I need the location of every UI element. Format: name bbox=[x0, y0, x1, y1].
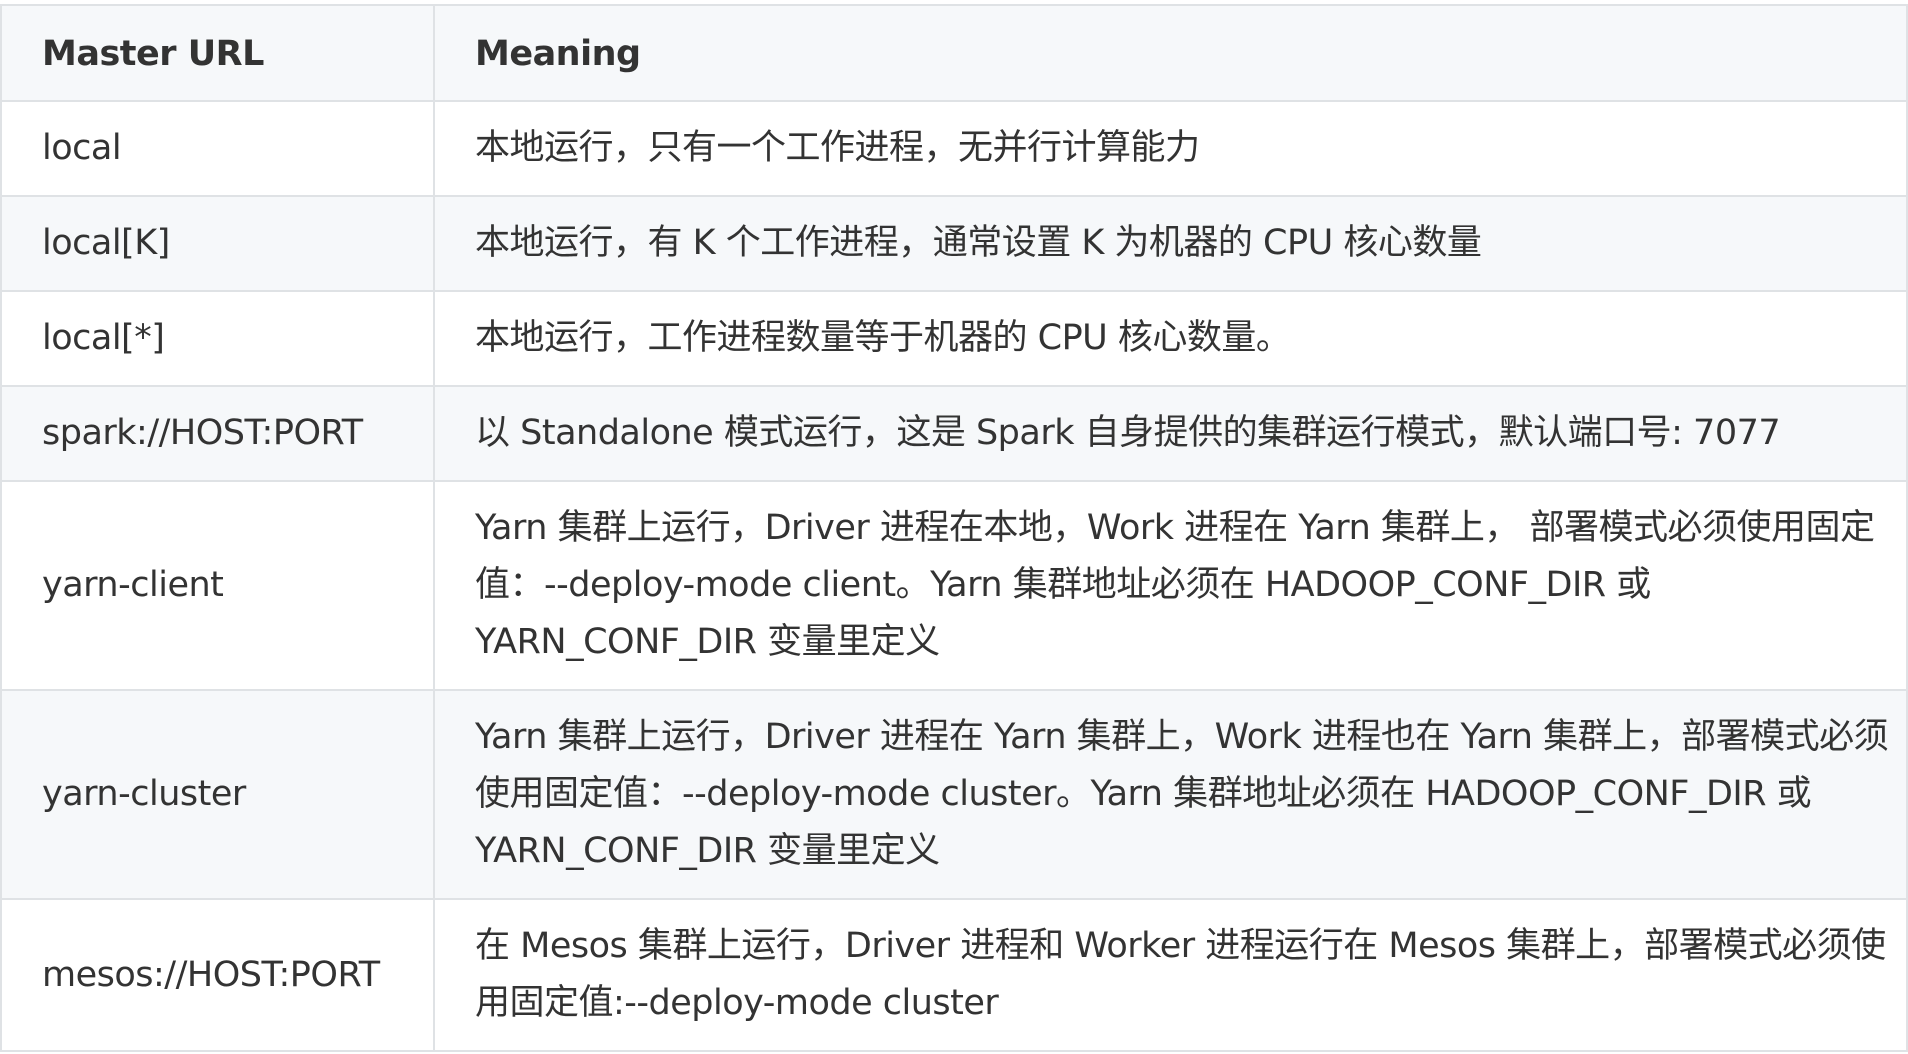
cell-master-url: yarn-cluster bbox=[0, 689, 435, 900]
cell-meaning: Yarn 集群上运行，Driver 进程在 Yarn 集群上，Work 进程也在… bbox=[433, 689, 1908, 900]
cell-master-url: mesos://HOST:PORT bbox=[0, 898, 435, 1052]
table-row: local[K] 本地运行，有 K 个工作进程，通常设置 K 为机器的 CPU … bbox=[0, 195, 1908, 292]
master-url-table: Master URL Meaning local 本地运行，只有一个工作进程，无… bbox=[0, 4, 1908, 1052]
cell-master-url: local[*] bbox=[0, 290, 435, 387]
table-row: yarn-cluster Yarn 集群上运行，Driver 进程在 Yarn … bbox=[0, 689, 1908, 900]
table-header-row: Master URL Meaning bbox=[0, 4, 1908, 102]
cell-master-url: local bbox=[0, 100, 435, 197]
table-row: spark://HOST:PORT 以 Standalone 模式运行，这是 S… bbox=[0, 385, 1908, 482]
cell-meaning: Yarn 集群上运行，Driver 进程在本地，Work 进程在 Yarn 集群… bbox=[433, 480, 1908, 691]
cell-meaning: 以 Standalone 模式运行，这是 Spark 自身提供的集群运行模式，默… bbox=[433, 385, 1908, 482]
cell-master-url: yarn-client bbox=[0, 480, 435, 691]
table-row: yarn-client Yarn 集群上运行，Driver 进程在本地，Work… bbox=[0, 480, 1908, 691]
cell-meaning: 本地运行，有 K 个工作进程，通常设置 K 为机器的 CPU 核心数量 bbox=[433, 195, 1908, 292]
master-url-table-container: Master URL Meaning local 本地运行，只有一个工作进程，无… bbox=[0, 4, 1908, 1052]
cell-master-url: spark://HOST:PORT bbox=[0, 385, 435, 482]
table-row: mesos://HOST:PORT 在 Mesos 集群上运行，Driver 进… bbox=[0, 898, 1908, 1052]
cell-meaning: 本地运行，工作进程数量等于机器的 CPU 核心数量。 bbox=[433, 290, 1908, 387]
cell-master-url: local[K] bbox=[0, 195, 435, 292]
header-master-url: Master URL bbox=[0, 4, 435, 102]
cell-meaning: 在 Mesos 集群上运行，Driver 进程和 Worker 进程运行在 Me… bbox=[433, 898, 1908, 1052]
header-meaning: Meaning bbox=[433, 4, 1908, 102]
cell-meaning: 本地运行，只有一个工作进程，无并行计算能力 bbox=[433, 100, 1908, 197]
table-row: local[*] 本地运行，工作进程数量等于机器的 CPU 核心数量。 bbox=[0, 290, 1908, 387]
table-row: local 本地运行，只有一个工作进程，无并行计算能力 bbox=[0, 100, 1908, 197]
